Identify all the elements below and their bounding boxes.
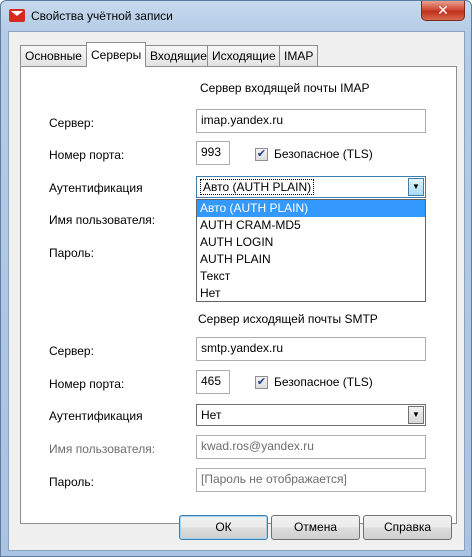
outgoing-auth-label: Аутентификация: [49, 409, 143, 423]
tab-servers[interactable]: Серверы: [86, 42, 147, 67]
tab-general[interactable]: Основные: [20, 45, 87, 66]
tab-imap[interactable]: IMAP: [279, 45, 319, 66]
incoming-password-label: Пароль:: [49, 246, 94, 260]
auth-option-login[interactable]: AUTH LOGIN: [197, 234, 425, 251]
cancel-button[interactable]: Отмена: [271, 515, 360, 540]
title-bar[interactable]: Свойства учётной записи ✕: [1, 1, 471, 31]
outgoing-port-label: Номер порта:: [49, 377, 125, 391]
incoming-auth-select[interactable]: Авто (AUTH PLAIN) ▼: [196, 176, 426, 198]
incoming-section-title: Сервер входящей почты IMAP: [200, 81, 370, 95]
outgoing-auth-selected-value: Нет: [201, 408, 222, 422]
auth-option-auto[interactable]: Авто (AUTH PLAIN): [197, 200, 425, 217]
outgoing-username-label: Имя пользователя:: [49, 442, 156, 456]
outgoing-secure-label[interactable]: Безопасное (TLS): [274, 375, 373, 389]
window-title: Свойства учётной записи: [31, 9, 173, 23]
incoming-auth-label: Аутентификация: [49, 181, 143, 195]
incoming-auth-selected-value: Авто (AUTH PLAIN): [199, 179, 315, 195]
incoming-secure-label[interactable]: Безопасное (TLS): [274, 147, 373, 161]
auth-option-none[interactable]: Нет: [197, 285, 425, 302]
ok-button[interactable]: ОК: [179, 515, 268, 540]
incoming-secure-checkbox[interactable]: ✔: [255, 148, 268, 161]
tab-incoming[interactable]: Входящие: [145, 45, 212, 66]
incoming-server-input[interactable]: imap.yandex.ru: [196, 109, 426, 133]
outgoing-password-input[interactable]: [Пароль не отображается]: [196, 468, 426, 492]
chevron-down-icon[interactable]: ▼: [408, 406, 424, 424]
help-button[interactable]: Справка: [363, 515, 452, 540]
account-properties-window: Свойства учётной записи ✕ Основные Серве…: [0, 0, 472, 557]
outgoing-server-input[interactable]: smtp.yandex.ru: [196, 337, 426, 361]
outgoing-port-input[interactable]: 465: [196, 370, 230, 394]
tab-outgoing[interactable]: Исходящие: [207, 45, 281, 66]
incoming-server-label: Сервер:: [49, 116, 94, 130]
mail-envelope-icon: [9, 9, 25, 22]
outgoing-auth-select[interactable]: Нет ▼: [196, 404, 426, 426]
outgoing-server-label: Сервер:: [49, 344, 94, 358]
incoming-port-input[interactable]: 993: [196, 141, 230, 165]
close-button[interactable]: ✕: [421, 1, 465, 21]
auth-option-plain[interactable]: AUTH PLAIN: [197, 251, 425, 268]
auth-dropdown-list: Авто (AUTH PLAIN) AUTH CRAM-MD5 AUTH LOG…: [196, 199, 426, 302]
outgoing-username-input[interactable]: kwad.ros@yandex.ru: [196, 435, 426, 459]
auth-option-text[interactable]: Текст: [197, 268, 425, 285]
auth-option-cram-md5[interactable]: AUTH CRAM-MD5: [197, 217, 425, 234]
incoming-username-label: Имя пользователя:: [49, 213, 156, 227]
outgoing-section-title: Сервер исходящей почты SMTP: [198, 312, 378, 326]
incoming-port-label: Номер порта:: [49, 148, 125, 162]
outgoing-secure-checkbox[interactable]: ✔: [255, 376, 268, 389]
chevron-down-icon[interactable]: ▼: [408, 178, 424, 196]
outgoing-password-label: Пароль:: [49, 475, 94, 489]
